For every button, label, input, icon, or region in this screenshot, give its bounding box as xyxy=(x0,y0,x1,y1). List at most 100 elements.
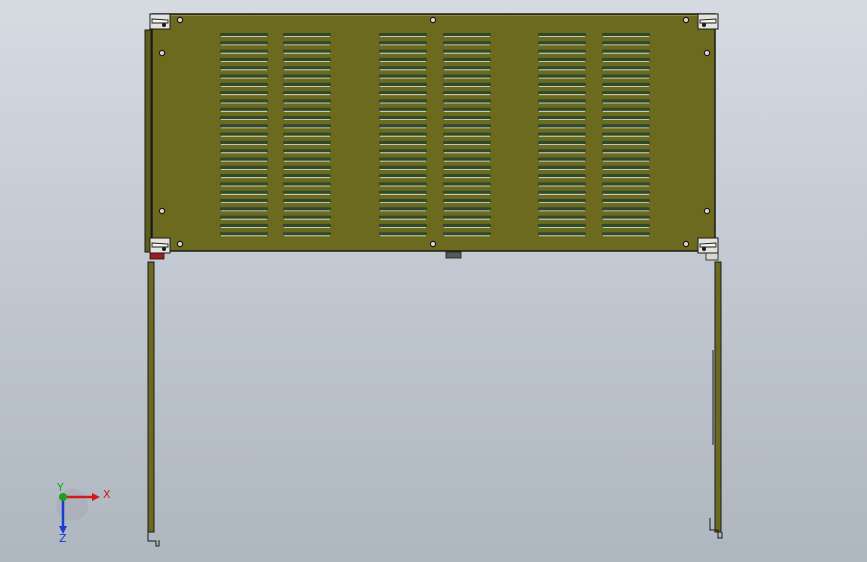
vent-slot xyxy=(379,74,427,78)
right-rail-bar xyxy=(714,261,722,533)
vent-slot xyxy=(538,124,586,128)
vent-slot xyxy=(443,49,491,53)
vent-slot xyxy=(220,149,268,153)
vent-slot xyxy=(220,223,268,228)
vent-slot xyxy=(220,190,268,194)
vent-slot xyxy=(283,140,331,145)
vent-slot xyxy=(602,74,650,78)
vent-slot xyxy=(283,190,331,194)
vent-slot xyxy=(379,199,427,203)
vent-slot xyxy=(283,165,331,169)
vent-slot xyxy=(602,99,650,103)
vent-slot xyxy=(443,82,491,86)
vent-slot xyxy=(220,132,268,136)
vent-slot xyxy=(602,174,650,178)
vent-slot xyxy=(220,182,268,186)
vent-slot xyxy=(443,174,491,178)
vent-slot xyxy=(283,215,331,219)
x-axis-label: X xyxy=(103,488,111,501)
vent-slot xyxy=(379,57,427,62)
vent-slot xyxy=(443,165,491,169)
vent-slot xyxy=(602,132,650,136)
vent-slot xyxy=(538,199,586,203)
vent-slot xyxy=(220,165,268,169)
z-axis-label: Z xyxy=(59,532,67,545)
assembly-scene[interactable]: X Y Z xyxy=(0,0,867,562)
screw-hole-icon xyxy=(429,16,437,24)
latch-lever-icon xyxy=(151,18,169,24)
vent-slot xyxy=(220,99,268,103)
vent-slot xyxy=(538,182,586,186)
vent-slot xyxy=(220,174,268,178)
screw-hole-icon xyxy=(682,240,690,248)
bottom-gray-tab xyxy=(445,251,462,259)
corner-latch[interactable] xyxy=(149,13,171,30)
vent-slot xyxy=(443,66,491,70)
vent-slot xyxy=(379,82,427,86)
corner-latch[interactable] xyxy=(149,237,171,254)
vent-slot xyxy=(538,157,586,161)
corner-latch[interactable] xyxy=(697,13,719,30)
vent-slot xyxy=(538,82,586,86)
latch-lever-icon xyxy=(151,242,169,248)
vent-slot xyxy=(443,223,491,228)
vent-slot xyxy=(443,232,491,236)
vent-slot xyxy=(538,91,586,95)
screw-hole-icon xyxy=(176,16,184,24)
vent-slot xyxy=(602,149,650,153)
vent-slot xyxy=(602,41,650,45)
vent-slot xyxy=(220,107,268,111)
vent-slot xyxy=(443,207,491,211)
right-rail[interactable] xyxy=(705,251,723,539)
vent-slot xyxy=(283,232,331,236)
vent-slot xyxy=(379,157,427,161)
screw-hole-icon xyxy=(703,207,711,215)
corner-latch[interactable] xyxy=(697,237,719,254)
vent-slot xyxy=(602,207,650,211)
y-axis-dot-icon xyxy=(59,493,67,501)
cad-graphics-viewport[interactable]: X Y Z xyxy=(0,0,867,562)
vent-slot xyxy=(283,41,331,45)
vent-slot xyxy=(443,215,491,219)
vent-slot xyxy=(538,165,586,169)
vent-slot xyxy=(220,157,268,161)
vent-slot xyxy=(283,82,331,86)
vent-slot xyxy=(220,74,268,78)
vent-slot xyxy=(379,215,427,219)
vent-slot xyxy=(220,215,268,219)
vent-slot xyxy=(379,223,427,228)
vent-slot xyxy=(538,49,586,53)
ventilated-cover-panel[interactable] xyxy=(151,13,716,259)
latch-lever-icon xyxy=(699,18,717,24)
vent-slot xyxy=(379,174,427,178)
vent-slot xyxy=(220,66,268,70)
x-axis-arrow-icon xyxy=(92,493,100,501)
vent-slot xyxy=(379,149,427,153)
vent-slot xyxy=(283,132,331,136)
vent-slot xyxy=(538,190,586,194)
vent-slot xyxy=(602,190,650,194)
vent-slot xyxy=(283,116,331,120)
vent-slot xyxy=(283,157,331,161)
screw-hole-icon xyxy=(703,49,711,57)
vent-slot xyxy=(443,33,491,37)
panel-body xyxy=(151,13,716,252)
vent-slot xyxy=(443,132,491,136)
vent-slot xyxy=(379,232,427,236)
vent-slot xyxy=(443,107,491,111)
vent-slot xyxy=(379,33,427,37)
vent-slot xyxy=(602,157,650,161)
vent-slot xyxy=(538,207,586,211)
vent-slot xyxy=(283,199,331,203)
vent-slot xyxy=(443,190,491,194)
vent-slot xyxy=(283,182,331,186)
vent-slot xyxy=(379,41,427,45)
vent-slot xyxy=(602,199,650,203)
vent-slot xyxy=(602,223,650,228)
vent-slot xyxy=(443,91,491,95)
vent-slot xyxy=(602,82,650,86)
vent-slot xyxy=(220,49,268,53)
vent-slot xyxy=(283,91,331,95)
vent-slot xyxy=(379,99,427,103)
vent-slot xyxy=(538,107,586,111)
